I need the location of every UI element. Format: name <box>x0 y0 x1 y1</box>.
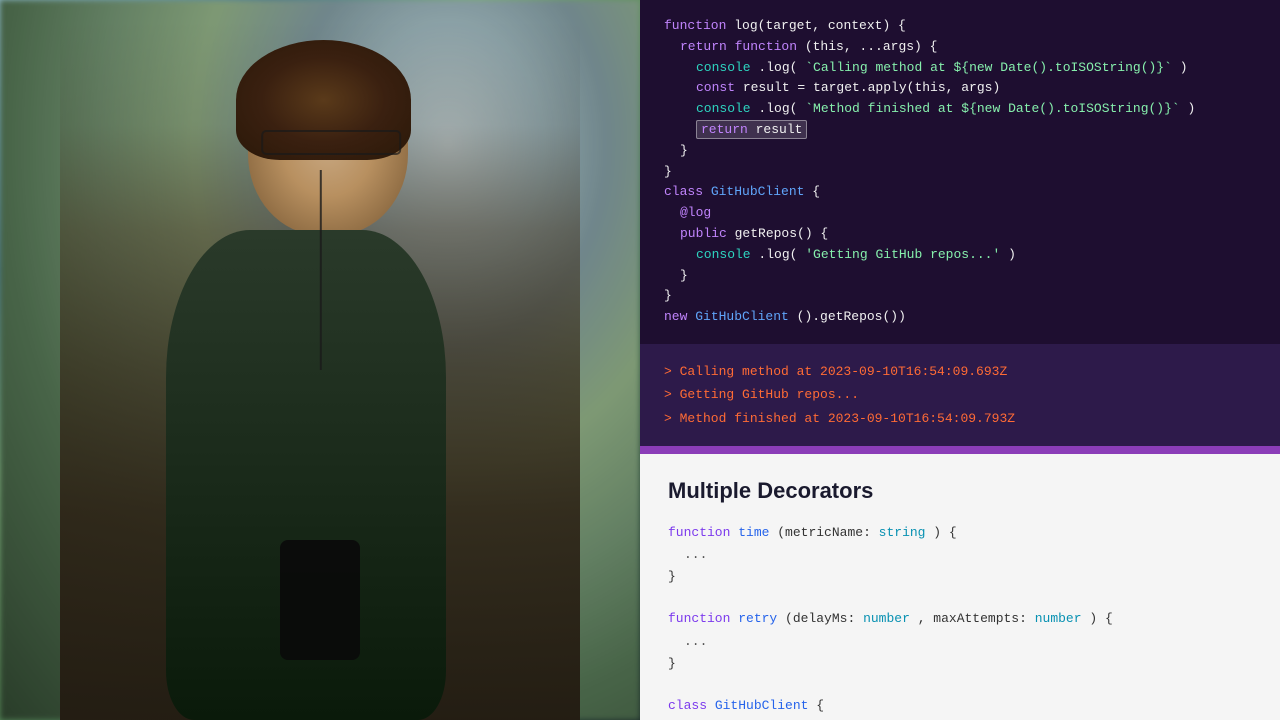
time-fn-line3: } <box>668 566 1252 588</box>
class-line1: class GitHubClient { <box>668 695 1252 717</box>
output-line-3: > Method finished at 2023-09-10T16:54:09… <box>664 407 1256 430</box>
code-line-4: const result = target.apply(this, args) <box>664 78 1256 99</box>
retry-fn-line1: function retry (delayMs: number , maxAtt… <box>668 608 1252 630</box>
code-section-top: function log(target, context) { return f… <box>640 0 1280 344</box>
code-line-9: class GitHubClient { <box>664 182 1256 203</box>
output-section: > Calling method at 2023-09-10T16:54:09.… <box>640 344 1280 446</box>
time-fn-line2: ... <box>668 544 1252 566</box>
time-fn-line1: function time (metricName: string ) { <box>668 522 1252 544</box>
code-line-3: console .log( `Calling method at ${new D… <box>664 58 1256 79</box>
retry-fn-line3: } <box>668 653 1252 675</box>
section-divider <box>640 446 1280 454</box>
code-line-1: function log(target, context) { <box>664 16 1256 37</box>
code-line-15: new GitHubClient ().getRepos()) <box>664 307 1256 328</box>
photo-background <box>0 0 640 720</box>
bottom-section: Multiple Decorators function time (metri… <box>640 454 1280 720</box>
class-block: class GitHubClient { getRepoInfo (repo: … <box>668 695 1252 720</box>
code-line-5: console .log( `Method finished at ${new … <box>664 99 1256 120</box>
output-line-2: > Getting GitHub repos... <box>664 383 1256 406</box>
top-code-block: function log(target, context) { return f… <box>640 0 1280 344</box>
code-line-2: return function (this, ...args) { <box>664 37 1256 58</box>
code-line-8: } <box>664 162 1256 183</box>
retry-function-block: function retry (delayMs: number , maxAtt… <box>668 608 1252 674</box>
code-line-7: } <box>664 141 1256 162</box>
code-line-14: } <box>664 286 1256 307</box>
right-panel: function log(target, context) { return f… <box>640 0 1280 720</box>
code-line-13: } <box>664 266 1256 287</box>
code-line-11: public getRepos() { <box>664 224 1256 245</box>
code-line-12: console .log( 'Getting GitHub repos...' … <box>664 245 1256 266</box>
code-line-10: @log <box>664 203 1256 224</box>
retry-fn-line2: ... <box>668 631 1252 653</box>
output-line-1: > Calling method at 2023-09-10T16:54:09.… <box>664 360 1256 383</box>
code-line-6: return result <box>664 120 1256 141</box>
photo-panel <box>0 0 640 720</box>
time-function-block: function time (metricName: string ) { ..… <box>668 522 1252 588</box>
section-title: Multiple Decorators <box>668 478 1252 504</box>
